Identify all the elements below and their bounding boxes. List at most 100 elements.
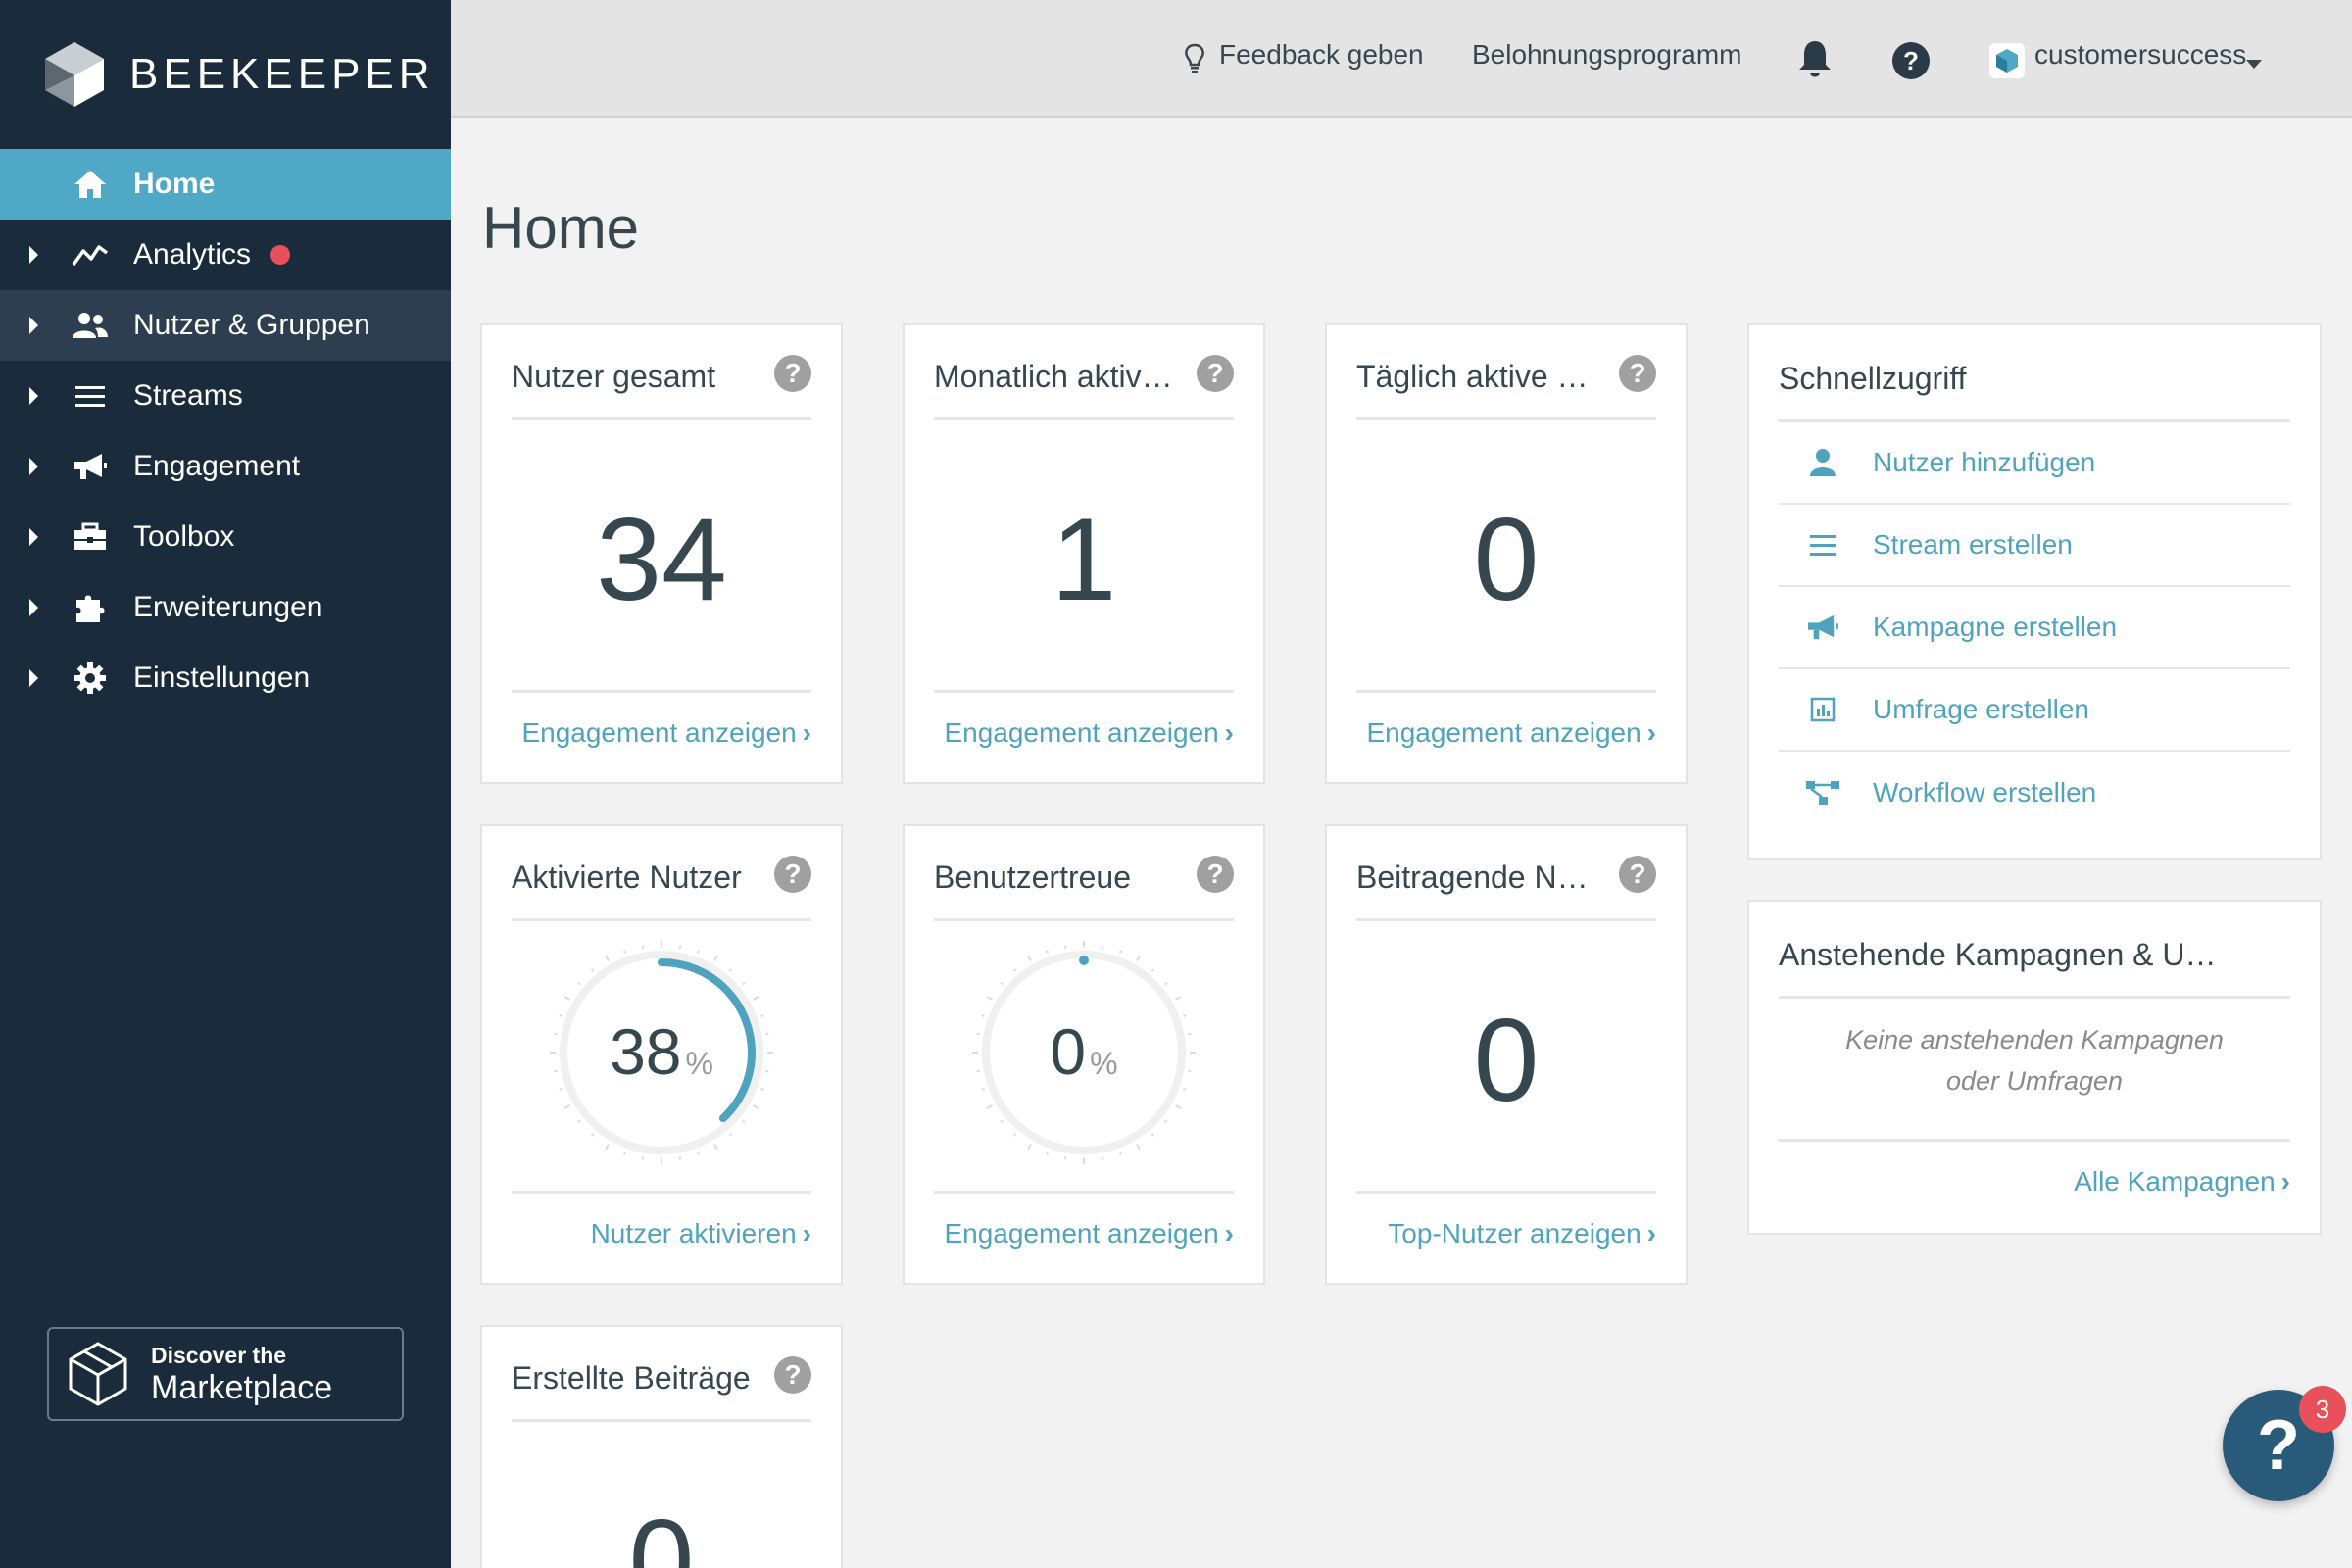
chevron-right-icon: › [1646,1218,1656,1249]
question-icon[interactable]: ? [1619,856,1656,893]
gauge-tick [1183,1087,1187,1091]
lightbulb-icon [1184,43,1205,79]
quick-create-campaign[interactable]: Kampagne erstellen [1779,587,2290,669]
chevron-right-icon: › [802,1218,811,1249]
marketplace-button[interactable]: Discover the Marketplace [47,1327,404,1421]
link-label: Engagement anzeigen [1366,717,1642,748]
card-title: Beitragende Nutzer [1356,859,1601,895]
sidebar-item-home[interactable]: Home [0,149,451,220]
gauge-tick [1151,1133,1155,1137]
stat-value: 34 [596,494,727,625]
all-campaigns-link[interactable]: Alle Kampagnen › [2074,1166,2290,1198]
gauge-tick [1164,1119,1168,1124]
notification-badge: 3 [2299,1386,2346,1433]
gauge-tick [1136,955,1141,961]
bell-icon[interactable] [1797,39,1833,83]
card-title: Täglich aktive Nutzer [1356,359,1601,394]
question-icon[interactable]: ? [1619,355,1656,392]
divider [1356,417,1656,420]
divider [934,690,1234,693]
cube-icon [69,1342,127,1406]
sidebar-item-engagement[interactable]: Engagement [0,431,451,502]
brand[interactable]: BEEKEEPER [0,0,451,149]
engagement-link[interactable]: Engagement anzeigen › [1366,717,1656,749]
megaphone-icon [1798,613,1847,641]
quick-create-workflow[interactable]: Workflow erstellen [1779,752,2290,834]
gauge-tick [728,1133,733,1137]
gauge-tick [590,968,595,972]
stat-card-contributing-users: Beitragende Nutzer ? 0 Top-Nutzer anzeig… [1325,824,1688,1285]
sidebar-item-analytics[interactable]: Analytics [0,220,451,290]
engagement-link[interactable]: Engagement anzeigen › [521,717,811,749]
divider [1779,1139,2290,1142]
progress-gauge: 38% [549,940,774,1165]
sidebar-item-label: Analytics [133,238,252,270]
sidebar-item-streams[interactable]: Streams [0,361,451,431]
quick-create-survey[interactable]: Umfrage erstellen [1779,669,2290,752]
gear-icon [71,659,110,698]
gauge-tick [641,1156,645,1160]
sidebar-item-label: Erweiterungen [133,591,323,623]
question-icon[interactable]: ? [774,856,811,893]
help-icon[interactable]: ? [1891,41,1931,85]
stat-card-activated-users: Aktivierte Nutzer ? 38% Nutzer aktiviere… [480,824,843,1285]
sidebar-item-users-groups[interactable]: Nutzer & Gruppen [0,290,451,361]
stat-card-daily-active: Täglich aktive Nutzer ? 0 Engagement anz… [1325,323,1688,784]
chevron-down-icon[interactable] [2246,57,2262,74]
question-icon[interactable]: ? [774,355,811,392]
sidebar-item-toolbox[interactable]: Toolbox [0,502,451,572]
gauge-tick [678,1156,682,1160]
caret-right-icon [29,599,38,616]
question-icon[interactable]: ? [774,1356,811,1394]
card-title: Monatlich aktive Nutzer [934,359,1179,394]
link-label: Engagement anzeigen [944,1218,1219,1249]
gauge-number: 38 [610,1015,682,1088]
rewards-program-link[interactable]: Belohnungsprogramm [1472,39,1742,71]
feedback-link[interactable]: Feedback geben [1219,39,1424,71]
question-icon[interactable]: ? [1197,856,1234,893]
quick-create-stream[interactable]: Stream erstellen [1779,505,2290,587]
gauge-tick [1164,981,1168,986]
gauge-tick [623,1152,627,1155]
activate-users-link[interactable]: Nutzer aktivieren › [591,1218,811,1250]
gauge-tick [577,981,581,986]
sidebar-item-extensions[interactable]: Erweiterungen [0,572,451,643]
card-title: Nutzer gesamt [512,359,716,394]
account-name[interactable]: customersuccess [2034,39,2246,71]
question-icon[interactable]: ? [1197,355,1234,392]
stat-card-user-loyalty: Benutzertreue ? 0% Engagement anzeigen › [903,824,1265,1285]
divider [1779,996,2290,999]
divider [934,1191,1234,1194]
sidebar-item-label: Home [133,168,216,200]
sidebar: BEEKEEPER Home Analytics Nutzer & Gruppe… [0,0,451,1568]
upcoming-campaigns-panel: Anstehende Kampagnen & Umfragen Keine an… [1747,900,2322,1235]
puzzle-icon [71,588,110,627]
caret-right-icon [29,669,38,687]
gauge-value: 0% [971,1014,1197,1089]
marketplace-title: Marketplace [151,1368,333,1406]
gauge-tick [641,945,645,949]
divider [934,918,1234,921]
sidebar-item-settings[interactable]: Einstellungen [0,643,451,713]
stat-value: 0 [1473,494,1540,625]
gauge-tick [1063,1156,1067,1160]
gauge-unit: % [685,1046,713,1081]
chevron-right-icon: › [1646,717,1656,748]
quick-add-user[interactable]: Nutzer hinzufügen [1779,422,2290,505]
gauge-tick [753,1104,760,1109]
divider [512,690,811,693]
stat-card-monthly-active: Monatlich aktive Nutzer ? 1 Engagement a… [903,323,1265,784]
brand-name: BEEKEEPER [129,50,435,98]
gauge-tick [696,950,700,954]
account-avatar[interactable] [1989,43,2025,83]
notification-dot [270,245,291,265]
gauge-tick [605,1144,610,1151]
top-users-link[interactable]: Top-Nutzer anzeigen › [1388,1218,1656,1250]
quick-access-label: Workflow erstellen [1873,777,2097,808]
gauge-tick [1000,1119,1004,1124]
card-title: Benutzertreue [934,859,1132,895]
engagement-link[interactable]: Engagement anzeigen › [944,1218,1234,1250]
quick-access-label: Stream erstellen [1873,529,2073,560]
engagement-link[interactable]: Engagement anzeigen › [944,717,1234,749]
gauge-tick [742,981,746,986]
